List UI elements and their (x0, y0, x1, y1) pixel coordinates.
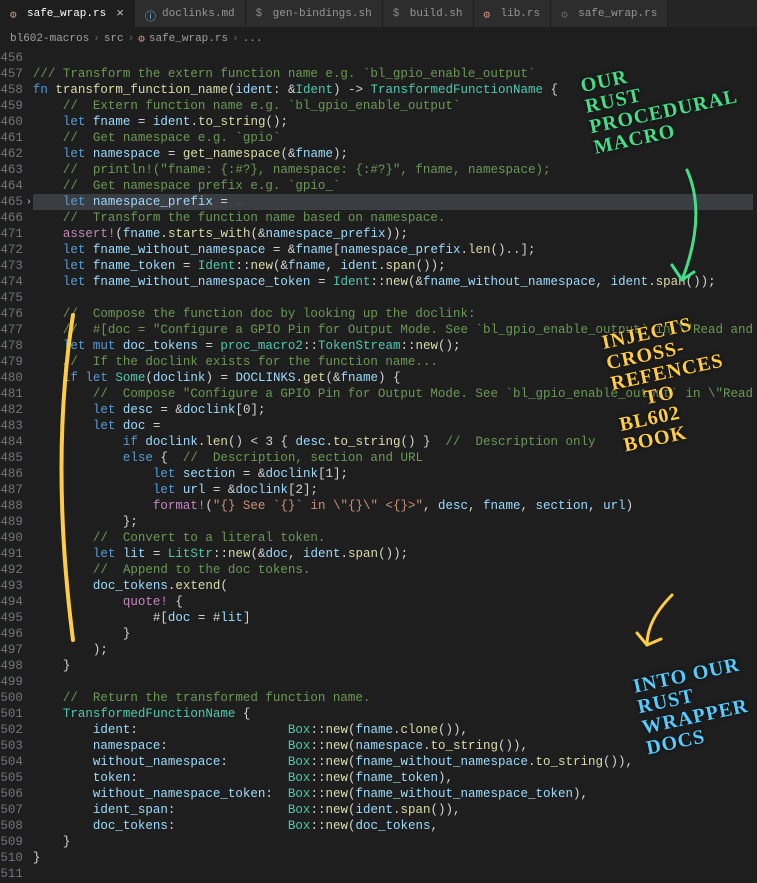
code-line[interactable]: // If the doclink exists for the functio… (33, 354, 753, 370)
code-line[interactable]: let namespace_prefix = … (33, 194, 753, 210)
code-line[interactable]: fn transform_function_name(ident: &Ident… (33, 82, 753, 98)
code-line[interactable]: doc_tokens.extend( (33, 578, 753, 594)
breadcrumb-item[interactable]: bl602-macros (10, 33, 89, 45)
code-line[interactable]: if doclink.len() < 3 { desc.to_string() … (33, 434, 753, 450)
code-line[interactable]: else { // Description, section and URL (33, 450, 753, 466)
sh-icon: $ (393, 8, 405, 20)
tab-build-sh[interactable]: $ build.sh (383, 0, 474, 27)
breadcrumb-item[interactable]: safe_wrap.rs (149, 33, 228, 45)
chevron-right-icon: › (93, 33, 100, 45)
code-line[interactable]: // Compose the function doc by looking u… (33, 306, 753, 322)
code-line[interactable]: doc_tokens: Box::new(doc_tokens, (33, 818, 753, 834)
tab-gen-bindings-sh[interactable]: $ gen-bindings.sh (246, 0, 383, 27)
breadcrumb-item[interactable]: ... (243, 33, 263, 45)
code-line[interactable]: // Transform the function name based on … (33, 210, 753, 226)
tab-doclinks-md[interactable]: ⓘ doclinks.md (135, 0, 246, 27)
tab-safe_wrap-rs[interactable]: ⚙ safe_wrap.rs × (0, 0, 135, 27)
code-line[interactable]: } (33, 834, 753, 850)
tab-lib-rs[interactable]: ⚙ lib.rs (474, 0, 552, 27)
tab-label: doclinks.md (162, 8, 235, 20)
code-line[interactable]: // Append to the doc tokens. (33, 562, 753, 578)
tab-label: gen-bindings.sh (273, 8, 372, 20)
tab-label: lib.rs (501, 8, 541, 20)
code-line[interactable]: // Return the transformed function name. (33, 690, 753, 706)
code-line[interactable]: }; (33, 514, 753, 530)
line-number-gutter: 456457458459460461462463464465›466471472… (0, 50, 33, 882)
code-line[interactable]: let fname_without_namespace_token = Iden… (33, 274, 753, 290)
code-line[interactable]: } (33, 850, 753, 866)
sh-icon: $ (256, 8, 268, 20)
code-line[interactable]: ident: Box::new(fname.clone()), (33, 722, 753, 738)
code-line[interactable]: let url = &doclink[2]; (33, 482, 753, 498)
code-line[interactable]: let doc = (33, 418, 753, 434)
code-line[interactable] (33, 50, 753, 66)
info-icon: ⓘ (145, 8, 157, 20)
code-line[interactable]: let namespace = get_namespace(&fname); (33, 146, 753, 162)
code-line[interactable]: // Get namespace prefix e.g. `gpio_` (33, 178, 753, 194)
editor-tabs: ⚙ safe_wrap.rs × ⓘ doclinks.md $ gen-bindings.… (0, 0, 757, 28)
rust-icon-dim: ⚙ (561, 8, 573, 20)
code-line[interactable]: let section = &doclink[1]; (33, 466, 753, 482)
tab-label: safe_wrap.rs (578, 8, 657, 20)
code-line[interactable]: } (33, 626, 753, 642)
tab-label: safe_wrap.rs (27, 8, 106, 20)
code-line[interactable]: } (33, 658, 753, 674)
code-line[interactable]: quote! { (33, 594, 753, 610)
tab-safe_wrap-rs[interactable]: ⚙ safe_wrap.rs (551, 0, 668, 27)
breadcrumb-item[interactable]: src (104, 33, 124, 45)
code-line[interactable]: // Convert to a literal token. (33, 530, 753, 546)
code-editor[interactable]: 456457458459460461462463464465›466471472… (0, 50, 757, 882)
code-line[interactable]: // Get namespace e.g. `gpio` (33, 130, 753, 146)
code-line[interactable]: ident_span: Box::new(ident.span()), (33, 802, 753, 818)
fold-chevron-icon[interactable]: › (26, 195, 32, 211)
code-content[interactable]: /// Transform the extern function name e… (33, 50, 757, 882)
code-line[interactable]: #[doc = #lit] (33, 610, 753, 626)
code-line[interactable]: // Extern function name e.g. `bl_gpio_en… (33, 98, 753, 114)
code-line[interactable]: let mut doc_tokens = proc_macro2::TokenS… (33, 338, 753, 354)
code-line[interactable]: token: Box::new(fname_token), (33, 770, 753, 786)
code-line[interactable]: let lit = LitStr::new(&doc, ident.span()… (33, 546, 753, 562)
code-line[interactable] (33, 866, 753, 882)
code-line[interactable]: format!("{} See `{}` in \"{}\" <{}>", de… (33, 498, 753, 514)
breadcrumbs[interactable]: bl602-macros › src › ⚙ safe_wrap.rs › ..… (0, 28, 757, 50)
code-line[interactable]: // #[doc = "Configure a GPIO Pin for Out… (33, 322, 753, 338)
chevron-right-icon: › (232, 33, 239, 45)
code-line[interactable] (33, 290, 753, 306)
chevron-right-icon: › (128, 33, 135, 45)
code-line[interactable]: TransformedFunctionName { (33, 706, 753, 722)
code-line[interactable]: ); (33, 642, 753, 658)
code-line[interactable]: without_namespace: Box::new(fname_withou… (33, 754, 753, 770)
code-line[interactable]: let fname_token = Ident::new(&fname, ide… (33, 258, 753, 274)
code-line[interactable]: let fname_without_namespace = &fname[nam… (33, 242, 753, 258)
rust-icon: ⚙ (138, 32, 145, 46)
code-line[interactable]: let desc = &doclink[0]; (33, 402, 753, 418)
code-line[interactable]: /// Transform the extern function name e… (33, 66, 753, 82)
code-line[interactable]: // Compose "Configure a GPIO Pin for Out… (33, 386, 753, 402)
code-line[interactable]: if let Some(doclink) = DOCLINKS.get(&fna… (33, 370, 753, 386)
rust-icon: ⚙ (10, 8, 22, 20)
code-line[interactable] (33, 674, 753, 690)
close-icon[interactable]: × (116, 7, 124, 20)
code-line[interactable]: without_namespace_token: Box::new(fname_… (33, 786, 753, 802)
code-line[interactable]: // println!("fname: {:#?}, namespace: {:… (33, 162, 753, 178)
rust-icon: ⚙ (484, 8, 496, 20)
code-line[interactable]: assert!(fname.starts_with(&namespace_pre… (33, 226, 753, 242)
code-line[interactable]: let fname = ident.to_string(); (33, 114, 753, 130)
tab-label: build.sh (410, 8, 463, 20)
code-line[interactable]: namespace: Box::new(namespace.to_string(… (33, 738, 753, 754)
